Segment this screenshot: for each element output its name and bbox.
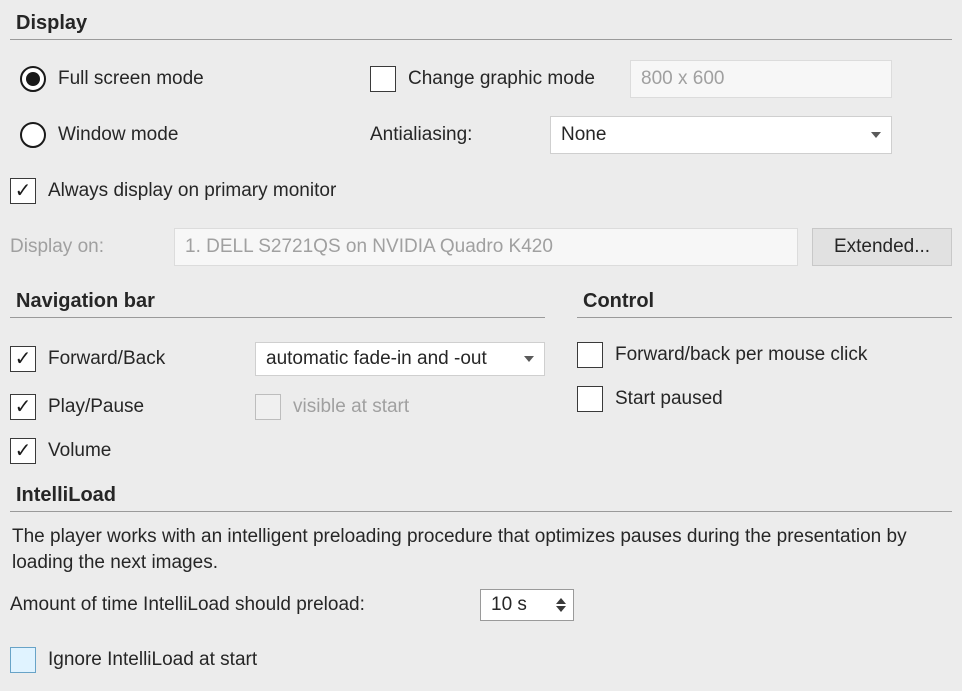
section-display-header: Display (10, 10, 952, 40)
checkbox-start-paused[interactable] (577, 386, 603, 412)
select-fade-value: automatic fade-in and -out (266, 348, 487, 370)
radio-full-screen-label[interactable]: Full screen mode (58, 68, 204, 90)
checkbox-forward-back-label[interactable]: Forward/Back (48, 348, 165, 370)
checkbox-play-pause[interactable] (10, 394, 36, 420)
radio-window-mode[interactable] (20, 122, 46, 148)
checkbox-forward-back-mouse[interactable] (577, 342, 603, 368)
checkbox-ignore-intelliload-label[interactable]: Ignore IntelliLoad at start (48, 649, 257, 671)
select-display-on: 1. DELL S2721QS on NVIDIA Quadro K420 (174, 228, 798, 266)
select-antialiasing[interactable]: None (550, 116, 892, 154)
section-navbar-header: Navigation bar (10, 288, 545, 318)
spinner-up-icon[interactable] (556, 598, 566, 604)
section-intelliload-header: IntelliLoad (10, 482, 952, 512)
display-on-label: Display on: (10, 236, 160, 258)
radio-window-mode-label[interactable]: Window mode (58, 124, 178, 146)
checkbox-always-primary[interactable] (10, 178, 36, 204)
select-resolution: 800 x 600 (630, 60, 892, 98)
extended-button[interactable]: Extended... (812, 228, 952, 266)
checkbox-ignore-intelliload[interactable] (10, 647, 36, 673)
checkbox-change-graphic[interactable] (370, 66, 396, 92)
checkbox-change-graphic-label[interactable]: Change graphic mode (408, 68, 595, 90)
preload-label: Amount of time IntelliLoad should preloa… (10, 594, 480, 616)
select-resolution-value: 800 x 600 (641, 68, 724, 90)
spinner-down-icon[interactable] (556, 606, 566, 612)
radio-full-screen[interactable] (20, 66, 46, 92)
chevron-down-icon (871, 132, 881, 138)
checkbox-visible-at-start (255, 394, 281, 420)
select-antialiasing-value: None (561, 124, 606, 146)
checkbox-play-pause-label[interactable]: Play/Pause (48, 396, 144, 418)
intelliload-description: The player works with an intelligent pre… (10, 524, 952, 589)
checkbox-forward-back-mouse-label[interactable]: Forward/back per mouse click (615, 344, 867, 366)
antialiasing-label: Antialiasing: (370, 124, 472, 146)
checkbox-visible-at-start-label: visible at start (293, 396, 409, 418)
checkbox-volume[interactable] (10, 438, 36, 464)
extended-button-label: Extended... (834, 236, 930, 258)
checkbox-forward-back[interactable] (10, 346, 36, 372)
select-display-on-value: 1. DELL S2721QS on NVIDIA Quadro K420 (185, 236, 553, 258)
checkbox-start-paused-label[interactable]: Start paused (615, 388, 723, 410)
chevron-down-icon (524, 356, 534, 362)
select-fade[interactable]: automatic fade-in and -out (255, 342, 545, 376)
checkbox-volume-label[interactable]: Volume (48, 440, 111, 462)
section-control-header: Control (577, 288, 952, 318)
checkbox-always-primary-label[interactable]: Always display on primary monitor (48, 180, 336, 202)
preload-value: 10 s (481, 590, 549, 620)
preload-spinner[interactable]: 10 s (480, 589, 574, 621)
